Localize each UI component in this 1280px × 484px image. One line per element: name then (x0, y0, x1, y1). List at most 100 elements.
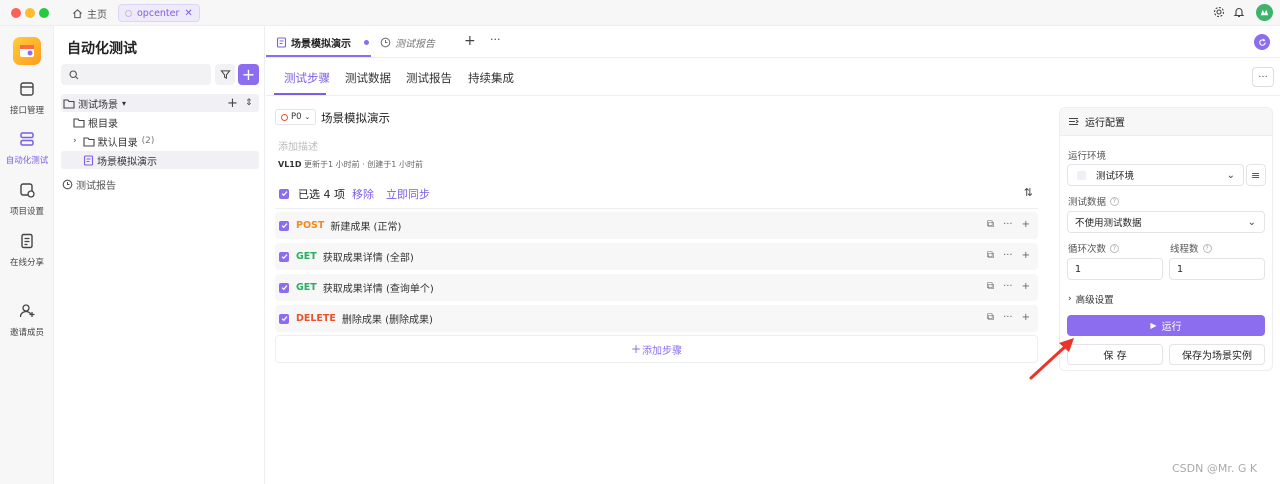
step-row[interactable]: GET 获取成果详情 (查询单个) ⧉ ··· + (275, 274, 1038, 301)
help-icon[interactable]: ? (1110, 196, 1120, 206)
document-tabs: 场景模拟演示 测试报告 + ··· (266, 26, 1280, 58)
step-checkbox[interactable] (279, 313, 289, 324)
filter-icon (219, 70, 231, 79)
copy-icon[interactable]: ⧉ (987, 312, 994, 323)
tab-test-steps[interactable]: 测试步骤 (284, 70, 330, 86)
doc-tab-scene[interactable]: 场景模拟演示 (276, 32, 369, 52)
description-field[interactable]: 添加描述 (278, 138, 318, 153)
copy-icon[interactable]: ⧉ (987, 219, 994, 230)
tree-search-input[interactable] (61, 64, 211, 85)
tree-default-folder-row[interactable]: › 默认目录 (2) (61, 132, 259, 150)
bell-icon[interactable] (1233, 6, 1245, 18)
add-icon[interactable]: + (1022, 219, 1030, 230)
caret-down-icon[interactable]: ▾ (122, 99, 126, 108)
help-icon[interactable]: ? (1110, 243, 1120, 253)
more-icon[interactable]: ··· (1003, 281, 1013, 292)
invite-icon (19, 304, 35, 318)
nav-project-settings[interactable]: 项目设置 (0, 181, 54, 217)
tab-divider (266, 55, 371, 57)
add-icon[interactable]: + (1022, 281, 1030, 292)
tab-ci[interactable]: 持续集成 (468, 70, 514, 86)
copy-icon[interactable]: ⧉ (987, 250, 994, 261)
filter-button[interactable] (215, 64, 235, 85)
nav-invite-members[interactable]: 邀请成员 (0, 302, 54, 338)
save-as-instance-button[interactable]: 保存为场景实例 (1169, 344, 1265, 365)
more-icon[interactable]: ··· (1003, 219, 1013, 230)
main-content: 场景模拟演示 测试报告 + ··· 测试步骤 测试数据 测试报告 持续集成 ··… (266, 26, 1280, 484)
close-icon[interactable]: ✕ (184, 8, 192, 19)
chevron-right-icon[interactable]: › (73, 136, 77, 146)
scene-title[interactable]: 场景模拟演示 (321, 110, 390, 126)
unsaved-dot (364, 39, 369, 45)
select-all-checkbox[interactable] (279, 188, 289, 199)
scene-file-icon (276, 36, 287, 48)
chevron-down-icon: ⌄ (1247, 216, 1256, 228)
add-tab-icon[interactable]: + (464, 33, 476, 49)
window-titlebar: 主页 opcenter ✕ (0, 0, 1280, 26)
nav-online-share[interactable]: 在线分享 (0, 232, 54, 268)
add-icon[interactable]: + (1022, 250, 1030, 261)
nav-api-management[interactable]: 接口管理 (0, 80, 54, 116)
doc-tab-report[interactable]: 测试报告 (380, 32, 435, 52)
more-icon[interactable]: ··· (1003, 250, 1013, 261)
thread-count-input[interactable]: 1 (1169, 258, 1265, 280)
avatar[interactable] (1256, 4, 1273, 21)
tree-reports-row[interactable]: 测试报告 (61, 175, 259, 193)
remove-link[interactable]: 移除 (352, 186, 374, 202)
plus-icon: + (241, 64, 256, 84)
nav-invite-members-label: 邀请成员 (9, 328, 44, 338)
add-icon[interactable]: + (1022, 312, 1030, 323)
gear-icon[interactable] (1213, 6, 1225, 18)
loop-count-value: 1 (1075, 263, 1082, 275)
refresh-icon[interactable] (1254, 34, 1270, 50)
step-method: GET (296, 282, 317, 293)
scenario-group-row[interactable]: 测试场景 ▾ + ⇕ (61, 94, 259, 112)
step-checkbox[interactable] (279, 251, 289, 262)
sync-link[interactable]: 立即同步 (386, 186, 430, 202)
step-row[interactable]: GET 获取成果详情 (全部) ⧉ ··· + (275, 243, 1038, 270)
add-scenario-button[interactable]: + (238, 64, 259, 85)
project-tab[interactable]: opcenter ✕ (118, 4, 200, 22)
threads-label: 线程数 ? (1170, 241, 1212, 255)
step-row[interactable]: POST 新建成果 (正常) ⧉ ··· + (275, 212, 1038, 239)
clock-icon (62, 179, 73, 189)
tab-test-report[interactable]: 测试报告 (406, 70, 452, 86)
watermark: CSDN @Mr. G K (1172, 462, 1258, 475)
test-data-select[interactable]: 不使用测试数据 ⌄ (1067, 211, 1265, 233)
run-button[interactable]: ▶ 运行 (1067, 315, 1265, 336)
step-row[interactable]: DELETE 删除成果 (删除成果) ⧉ ··· + (275, 305, 1038, 332)
tab-test-data[interactable]: 测试数据 (345, 70, 391, 86)
help-icon[interactable]: ? (1202, 243, 1212, 253)
step-name: 新建成果 (正常) (330, 222, 402, 233)
search-icon (69, 70, 79, 80)
loop-count-input[interactable]: 1 (1067, 258, 1163, 280)
save-button[interactable]: 保 存 (1067, 344, 1163, 365)
home-icon (73, 8, 82, 18)
nav-project-settings-label: 项目设置 (9, 207, 44, 217)
tree-root-row[interactable]: 根目录 (61, 113, 259, 131)
env-select[interactable]: 测试环境 ⌄ (1067, 164, 1244, 186)
maximize-window-button[interactable] (39, 8, 49, 18)
minimize-window-button[interactable] (25, 8, 35, 18)
add-step-button[interactable]: + 添加步骤 (275, 335, 1038, 363)
more-options-button[interactable]: ··· (1252, 67, 1274, 87)
sort-icon[interactable]: ⇕ (245, 98, 253, 108)
run-config-header: 运行配置 (1060, 108, 1272, 136)
nav-online-share-label: 在线分享 (9, 258, 44, 268)
sort-icon[interactable]: ⇅ (1024, 186, 1033, 199)
env-manage-button[interactable]: ≡ (1246, 164, 1266, 186)
close-window-button[interactable] (11, 8, 21, 18)
tree-root-label: 根目录 (88, 118, 118, 130)
env-icon (1077, 170, 1086, 180)
more-tabs-icon[interactable]: ··· (490, 33, 501, 46)
tree-scene-item[interactable]: 场景模拟演示 (61, 151, 259, 169)
advanced-settings-toggle[interactable]: › 高级设置 (1068, 292, 1114, 306)
nav-automation-test[interactable]: 自动化测试 (0, 130, 54, 166)
step-checkbox[interactable] (279, 282, 289, 293)
priority-select[interactable]: P0 ⌄ (275, 109, 317, 125)
home-tab[interactable]: 主页 (72, 5, 107, 21)
step-checkbox[interactable] (279, 220, 289, 231)
copy-icon[interactable]: ⧉ (987, 281, 994, 292)
more-icon[interactable]: ··· (1003, 312, 1013, 323)
add-icon[interactable]: + (227, 96, 238, 111)
